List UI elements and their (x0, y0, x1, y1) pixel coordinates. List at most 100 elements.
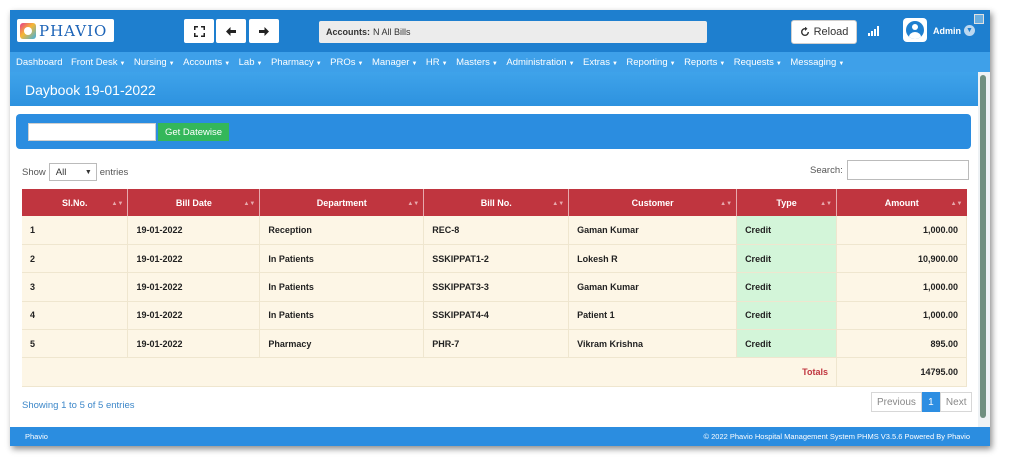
nav-item-messaging[interactable]: Messaging ▼ (790, 57, 844, 68)
nav-item-lab[interactable]: Lab ▼ (239, 57, 263, 68)
footer-copyright: © 2022 Phavio Hospital Management System… (703, 432, 971, 441)
signal-icon (868, 26, 880, 36)
column-header[interactable]: Customer ▲▼ (568, 189, 738, 216)
daybook-table: Sl.No. ▲▼ Bill Date ▲▼ Department ▲▼ Bill No. ▲… (22, 189, 967, 387)
forward-button[interactable] (249, 19, 279, 43)
cell-customer: Lokesh R (568, 244, 738, 274)
app-logo[interactable]: PHAVIO (17, 19, 114, 42)
sort-icon: ▲▼ (111, 201, 124, 207)
nav-item-label: Extras (583, 56, 610, 68)
cell-amount: 1,000.00 (836, 216, 967, 245)
table-row[interactable]: 1 19-01-2022 Reception REC-8 Gaman Kumar Cred… (22, 216, 967, 245)
scrollbar-thumb[interactable] (980, 75, 986, 418)
previous-page-button[interactable]: Previous (871, 392, 922, 412)
entries-control: Show All ▼ entries (22, 163, 128, 181)
cell-sl: 4 (22, 301, 129, 331)
table-row[interactable]: 3 19-01-2022 In Patients SSKIPPAT3-3 Gaman K… (22, 272, 967, 302)
nav-item-extras[interactable]: Extras ▼ (583, 57, 618, 68)
nav-item-nursing[interactable]: Nursing ▼ (134, 57, 175, 68)
footer-brand: Phavio (25, 432, 48, 441)
chevron-down-icon[interactable]: ▼ (964, 25, 975, 36)
totals-row: Totals 14795.00 (22, 357, 967, 387)
expand-icon (193, 25, 205, 37)
cell-type: Credit (736, 272, 837, 302)
caret-down-icon: ▼ (357, 60, 364, 67)
column-header[interactable]: Bill Date ▲▼ (127, 189, 261, 216)
accounts-value: N All Bills (373, 27, 411, 37)
cell-amount: 895.00 (836, 329, 967, 359)
cell-customer: Gaman Kumar (568, 272, 738, 302)
back-button[interactable] (216, 19, 246, 43)
next-page-button[interactable]: Next (939, 392, 973, 412)
cell-date: 19-01-2022 (127, 216, 261, 245)
table-row[interactable]: 2 19-01-2022 In Patients SSKIPPAT1-2 Lokesh … (22, 244, 967, 274)
caret-down-icon: ▼ (119, 60, 126, 67)
sort-icon: ▲▼ (243, 201, 256, 207)
cell-date: 19-01-2022 (127, 329, 261, 359)
column-header[interactable]: Sl.No. ▲▼ (22, 189, 129, 216)
chevron-down-icon: ▼ (84, 168, 92, 176)
column-header-label: Amount (884, 197, 919, 208)
page-title: Daybook 19-01-2022 (25, 82, 156, 98)
cell-amount: 1,000.00 (836, 272, 967, 302)
caret-down-icon: ▼ (568, 60, 575, 67)
caret-down-icon: ▼ (719, 60, 726, 67)
column-header-label: Department (316, 197, 367, 208)
cell-customer: Gaman Kumar (568, 216, 738, 245)
nav-item-administration[interactable]: Administration ▼ (506, 57, 574, 68)
column-header-label: Customer (631, 197, 674, 208)
nav-item-label: Manager (371, 56, 410, 68)
nav-item-accounts[interactable]: Accounts ▼ (183, 57, 230, 68)
cell-bill: PHR-7 (423, 329, 570, 359)
fullscreen-button[interactable] (184, 19, 214, 43)
column-header[interactable]: Amount ▲▼ (836, 189, 967, 216)
nav-item-manager[interactable]: Manager ▼ (372, 57, 417, 68)
nav-item-reporting[interactable]: Reporting ▼ (626, 57, 675, 68)
sort-icon: ▲▼ (552, 201, 565, 207)
column-header-label: Bill Date (175, 197, 212, 208)
sort-icon: ▲▼ (407, 201, 420, 207)
nav-item-label: Nursing (133, 56, 167, 68)
table-info: Showing 1 to 5 of 5 entries (22, 400, 135, 411)
nav-item-pros[interactable]: PROs ▼ (330, 57, 363, 68)
nav-item-masters[interactable]: Masters ▼ (456, 57, 498, 68)
entries-select-value: All (55, 166, 67, 178)
nav-item-dashboard[interactable]: Dashboard (16, 57, 62, 68)
column-header[interactable]: Department ▲▼ (259, 189, 425, 216)
entries-select[interactable]: All ▼ (48, 163, 97, 181)
nav-item-reports[interactable]: Reports ▼ (684, 57, 725, 68)
reload-button[interactable]: Reload (791, 20, 857, 44)
nav-item-requests[interactable]: Requests ▼ (734, 57, 782, 68)
cell-date: 19-01-2022 (127, 301, 261, 331)
cell-type: Credit (736, 329, 837, 359)
nav-item-label: Dashboard (16, 56, 63, 68)
date-filter-bar: Get Datewise (16, 114, 971, 149)
nav-item-pharmacy[interactable]: Pharmacy ▼ (271, 57, 322, 68)
column-header[interactable]: Type ▲▼ (736, 189, 837, 216)
get-datewise-button[interactable]: Get Datewise (158, 123, 229, 141)
accounts-context[interactable]: Accounts: N All Bills (319, 21, 707, 43)
cell-bill: SSKIPPAT4-4 (423, 301, 570, 331)
caret-down-icon: ▼ (224, 60, 231, 67)
nav-item-label: Accounts (183, 56, 223, 68)
cell-sl: 3 (22, 272, 129, 302)
table-row[interactable]: 4 19-01-2022 In Patients SSKIPPAT4-4 Patient… (22, 301, 967, 331)
user-name[interactable]: Admin (933, 26, 961, 36)
table-row[interactable]: 5 19-01-2022 Pharmacy PHR-7 Vikram Krishna Cr… (22, 329, 967, 359)
nav-item-label: Lab (238, 56, 255, 68)
page-1-button[interactable]: 1 (921, 392, 940, 412)
search-input[interactable] (846, 160, 969, 180)
caret-down-icon: ▼ (838, 60, 845, 67)
cell-sl: 5 (22, 329, 129, 359)
date-input[interactable] (28, 123, 156, 141)
cell-sl: 2 (22, 244, 129, 274)
cell-bill: REC-8 (423, 216, 570, 245)
nav-item-front-desk[interactable]: Front Desk ▼ (71, 57, 125, 68)
table-header-row: Sl.No. ▲▼ Bill Date ▲▼ Department ▲▼ Bill No. ▲… (22, 189, 967, 216)
collapse-icon[interactable] (974, 14, 984, 24)
nav-item-hr[interactable]: HR ▼ (426, 57, 448, 68)
cell-date: 19-01-2022 (127, 272, 261, 302)
page-header: Daybook 19-01-2022 (10, 72, 978, 106)
user-avatar[interactable] (903, 18, 927, 42)
column-header[interactable]: Bill No. ▲▼ (423, 189, 570, 216)
